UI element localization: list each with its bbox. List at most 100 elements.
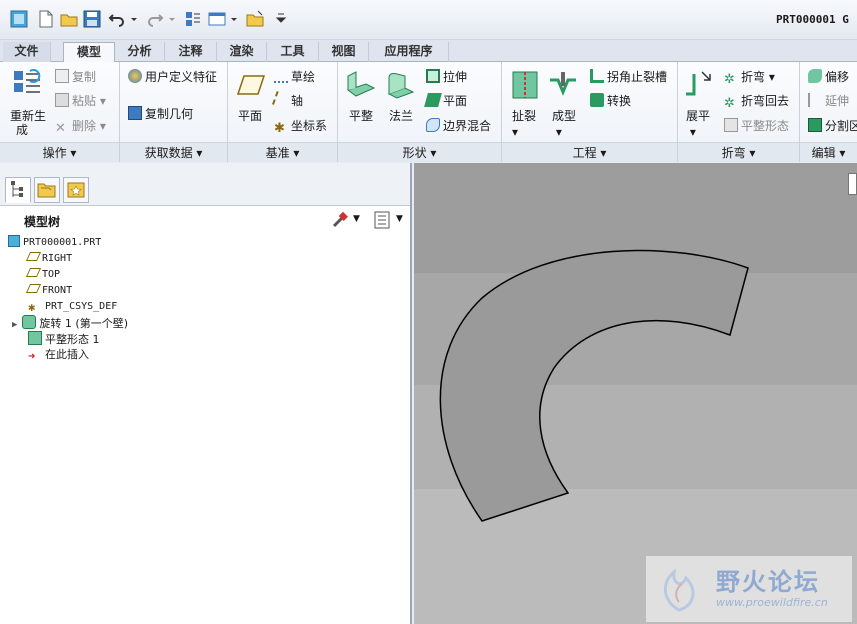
tree-item-front[interactable]: FRONT — [25, 283, 72, 299]
tab-view[interactable]: 视图 — [319, 42, 369, 62]
bend-back-button[interactable]: ✲ 折弯回去 — [724, 93, 789, 111]
watermark: 野火论坛 www.proewildfire.cn — [646, 556, 852, 622]
flange-button[interactable]: 法兰 — [389, 108, 413, 124]
group-label-edit[interactable]: 编辑 ▾ — [800, 142, 857, 162]
delete-button[interactable]: ✕ 删除 ▾ — [55, 118, 106, 136]
paste-button[interactable]: 粘贴 ▾ — [55, 93, 106, 109]
tab-model[interactable]: 模型 — [63, 42, 115, 63]
udf-button[interactable]: 用户定义特征 — [128, 69, 217, 85]
unbend-button[interactable]: 展平 ▾ — [686, 108, 710, 140]
axis-button[interactable]: 轴 — [272, 91, 303, 109]
tree-item-insert-here[interactable]: ➜ 在此插入 — [28, 347, 89, 363]
tree-item-right[interactable]: RIGHT — [25, 251, 72, 267]
group-label-shapes[interactable]: 形状 ▾ — [338, 142, 501, 162]
viewport-toolbar-handle[interactable] — [848, 173, 857, 195]
save-icon[interactable] — [83, 10, 101, 28]
tab-tools[interactable]: 工具 — [267, 42, 319, 62]
tab-render[interactable]: 渲染 — [217, 42, 267, 62]
tree-item-part[interactable]: PRT000001.PRT — [8, 235, 101, 251]
windows-dropdown-icon[interactable] — [230, 10, 238, 28]
open-folder-icon[interactable] — [60, 10, 78, 28]
tree-item-revolve[interactable]: ▶ 旋转 1 (第一个壁) — [12, 315, 128, 331]
group-label-bend[interactable]: 折弯 ▾ — [678, 142, 799, 162]
app-icon[interactable] — [10, 10, 28, 28]
split-button[interactable]: 分割区 — [808, 118, 857, 134]
regenerate-small-icon[interactable] — [184, 10, 202, 28]
tab-applications[interactable]: 应用程序 — [369, 42, 449, 62]
tree-item-insert-here-label: 在此插入 — [45, 348, 89, 361]
tree-filters-icon[interactable] — [373, 211, 391, 229]
tab-favorites[interactable] — [63, 177, 89, 203]
ribbon-tab-bar: 文件 模型 分析 注释 渲染 工具 视图 应用程序 — [0, 40, 857, 63]
group-label-get-data[interactable]: 获取数据 ▾ — [120, 142, 227, 162]
watermark-url: www.proewildfire.cn — [716, 596, 828, 609]
group-datum: 平面 草绘 轴 ✱ 坐标系 基准 ▾ — [228, 62, 338, 162]
model-tree-tab-icon — [11, 181, 23, 197]
tree-filters-dropdown-icon[interactable]: ▼ — [396, 214, 403, 224]
shapes-plane-icon — [424, 93, 442, 107]
quick-access-toolbar: PRT000001 G — [0, 0, 857, 40]
model-tree-title: 模型树 — [24, 215, 61, 229]
boundary-blend-button[interactable]: 边界混合 — [426, 118, 491, 134]
extend-button[interactable]: 延伸 — [808, 93, 849, 109]
copy-button[interactable]: 复制 — [55, 69, 96, 85]
copy-geometry-button[interactable]: 复制几何 — [128, 106, 193, 122]
bend-back-label: 折弯回去 — [741, 94, 790, 108]
group-label-datum[interactable]: 基准 ▾ — [228, 142, 337, 162]
tree-item-top[interactable]: TOP — [25, 267, 60, 283]
form-icon[interactable] — [548, 70, 578, 100]
tab-model-tree[interactable] — [5, 177, 31, 203]
graphics-viewport[interactable] — [414, 163, 857, 624]
tree-item-flat-pattern[interactable]: 平整形态 1 — [28, 331, 100, 347]
group-shapes: 平整 法兰 拉伸 平面 边界混合 形状 ▾ — [338, 62, 502, 162]
tree-settings-icon[interactable] — [331, 211, 349, 229]
corner-relief-button[interactable]: 拐角止裂槽 — [590, 69, 667, 85]
tab-folder-browser[interactable] — [34, 177, 60, 203]
close-window-icon[interactable] — [246, 10, 264, 28]
redo-dropdown-icon[interactable] — [168, 10, 176, 28]
group-label-operations[interactable]: 操作 ▾ — [0, 142, 119, 162]
sketch-button[interactable]: 草绘 — [274, 69, 315, 85]
new-file-icon[interactable] — [37, 10, 55, 28]
regenerate-button-line2[interactable]: 成 — [16, 122, 28, 138]
tree-item-csys-label: PRT_CSYS_DEF — [45, 301, 118, 312]
csys-label: 坐标系 — [291, 119, 328, 133]
datum-plane-icon[interactable] — [236, 70, 266, 100]
ribbon: 重新生 成 复制 粘贴 ▾ ✕ 删除 ▾ 操作 ▾ 用户定义特征 复制几何 获取数… — [0, 62, 857, 162]
csys-button[interactable]: ✱ 坐标系 — [274, 118, 327, 136]
customize-toolbar-icon[interactable] — [276, 10, 286, 28]
unbend-icon[interactable] — [684, 68, 714, 98]
convert-button[interactable]: 转换 — [590, 93, 631, 109]
windows-icon[interactable] — [208, 10, 226, 28]
shapes-plane-button[interactable]: 平面 — [424, 93, 467, 109]
datum-plane-button[interactable]: 平面 — [238, 108, 262, 124]
form-button[interactable]: 成型 ▾ — [552, 108, 576, 140]
extrude-button[interactable]: 拉伸 — [426, 69, 467, 85]
flat-pattern-button[interactable]: 平整形态 — [724, 118, 789, 134]
tab-annotate[interactable]: 注释 — [165, 42, 217, 62]
flat-button[interactable]: 平整 — [349, 108, 373, 124]
bend-button[interactable]: ✲ 折弯 ▾ — [724, 69, 775, 87]
rip-button[interactable]: 扯裂 ▾ — [512, 108, 536, 140]
sheetmetal-arc-part[interactable] — [414, 163, 857, 624]
sketch-label: 草绘 — [291, 70, 316, 84]
offset-button[interactable]: 偏移 — [808, 69, 849, 85]
undo-icon[interactable] — [108, 10, 126, 28]
rip-icon[interactable] — [510, 70, 540, 100]
group-engineering: 扯裂 ▾ 成型 ▾ 拐角止裂槽 转换 工程 ▾ — [502, 62, 678, 162]
csys-icon: ✱ — [274, 121, 285, 136]
tree-settings-dropdown-icon[interactable]: ▼ — [353, 214, 360, 224]
tab-analysis[interactable]: 分析 — [115, 42, 165, 62]
insert-arrow-icon: ➜ — [28, 349, 36, 363]
undo-dropdown-icon[interactable] — [130, 10, 138, 28]
copy-geometry-icon — [128, 106, 142, 120]
tree-item-csys[interactable]: ✱ PRT_CSYS_DEF — [28, 299, 117, 315]
flat-pattern-tree-icon — [28, 331, 42, 345]
tab-file[interactable]: 文件 — [3, 42, 51, 62]
expand-arrow-icon[interactable]: ▶ — [12, 320, 17, 330]
flange-icon[interactable] — [385, 70, 415, 100]
flat-wall-icon[interactable] — [346, 70, 376, 100]
group-label-engineering[interactable]: 工程 ▾ — [502, 142, 677, 162]
regenerate-icon[interactable] — [12, 68, 42, 98]
redo-icon[interactable] — [146, 10, 164, 28]
